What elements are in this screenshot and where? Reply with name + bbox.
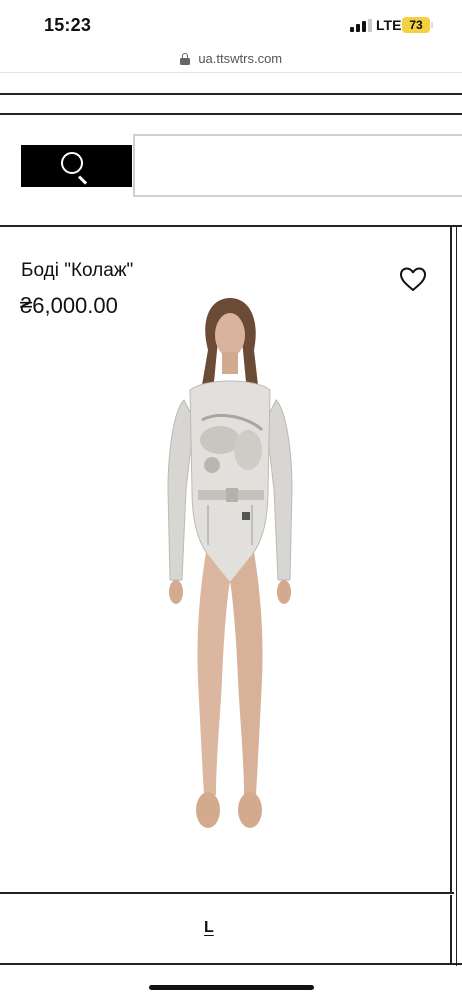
signal-strength-icon	[350, 19, 372, 32]
search-icon-handle	[77, 175, 88, 185]
status-bar: 15:23 LTE 73	[0, 0, 462, 50]
network-type: LTE	[376, 17, 402, 33]
address-bar[interactable]: ua.ttswtrs.com	[0, 50, 462, 72]
home-indicator[interactable]	[149, 985, 314, 990]
search-button[interactable]	[21, 145, 132, 187]
size-selector	[0, 895, 452, 963]
product-title[interactable]: Боді "Колаж"	[21, 260, 133, 282]
divider	[0, 93, 462, 95]
divider	[0, 892, 454, 894]
product-price: ₴6,000.00	[20, 293, 118, 318]
divider	[0, 72, 462, 73]
battery-level: 73	[409, 18, 423, 32]
search-input[interactable]	[133, 134, 462, 197]
card-edge	[456, 226, 457, 966]
product-image[interactable]	[150, 290, 310, 840]
heart-outline-icon[interactable]	[398, 265, 428, 293]
lock-icon	[179, 52, 190, 65]
url-text[interactable]: ua.ttswtrs.com	[198, 51, 282, 66]
divider	[0, 963, 462, 965]
search-icon	[61, 152, 83, 174]
status-time: 15:23	[44, 15, 92, 35]
battery-nub	[431, 22, 433, 28]
battery-icon: 73	[402, 17, 430, 33]
size-option-l[interactable]: L	[204, 919, 214, 937]
divider	[0, 113, 462, 115]
